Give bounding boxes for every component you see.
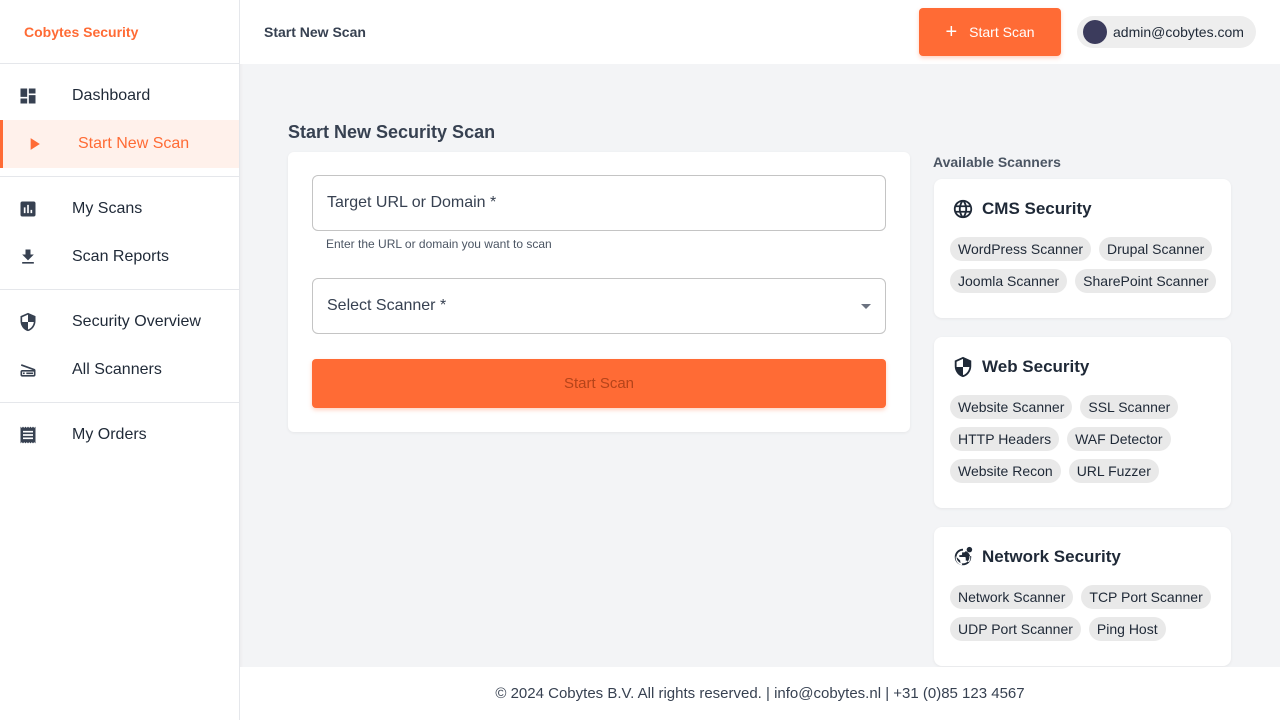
sidebar-item-my-scans[interactable]: My Scans xyxy=(0,185,239,233)
sidebar-item-label: Start New Scan xyxy=(78,135,190,152)
network-globe-icon xyxy=(952,546,974,568)
play-icon xyxy=(24,134,44,154)
scanner-card-web: Web Security Website Scanner SSL Scanner… xyxy=(934,337,1231,508)
sidebar-item-scan-reports[interactable]: Scan Reports xyxy=(0,233,239,281)
scanner-chip-url-fuzzer[interactable]: URL Fuzzer xyxy=(1068,459,1159,483)
footer: © 2024 Cobytes B.V. All rights reserved.… xyxy=(240,667,1280,720)
sidebar-item-label: Security Overview xyxy=(72,313,201,330)
scanner-chip-list: Network Scanner TCP Port Scanner UDP Por… xyxy=(950,585,1220,641)
scanner-select[interactable]: Select Scanner * xyxy=(312,278,886,334)
bar-chart-icon xyxy=(18,199,38,219)
brand-logo[interactable]: Cobytes Security xyxy=(0,0,239,64)
scanner-chip-tcp-port[interactable]: TCP Port Scanner xyxy=(1081,585,1211,609)
receipt-icon xyxy=(18,425,38,445)
top-header: Start New Scan + Start Scan admin@cobyte… xyxy=(240,0,1280,64)
sidebar-item-my-orders[interactable]: My Orders xyxy=(0,411,239,459)
shield-icon xyxy=(952,356,974,378)
scanner-card-header: Web Security xyxy=(952,356,1089,378)
sidebar-item-all-scanners[interactable]: All Scanners xyxy=(0,346,239,394)
chevron-down-icon xyxy=(861,304,871,309)
scanners-title: Available Scanners xyxy=(933,154,1061,170)
sidebar-item-dashboard[interactable]: Dashboard xyxy=(0,72,239,120)
scanner-icon xyxy=(18,360,38,380)
sidebar-item-security-overview[interactable]: Security Overview xyxy=(0,298,239,346)
scanner-chip-joomla[interactable]: Joomla Scanner xyxy=(950,269,1068,293)
header-start-scan-label: Start Scan xyxy=(969,24,1035,40)
dashboard-icon xyxy=(18,86,38,106)
nav-group-scans: My Scans Scan Reports xyxy=(0,177,239,290)
target-url-helper: Enter the URL or domain you want to scan xyxy=(326,237,552,251)
user-menu[interactable]: admin@cobytes.com xyxy=(1077,16,1256,48)
nav-group-orders: My Orders xyxy=(0,403,239,467)
scanner-card-title: CMS Security xyxy=(982,199,1092,218)
plus-icon: + xyxy=(945,21,958,43)
sidebar-item-label: My Scans xyxy=(72,200,143,217)
scanner-chip-http-headers[interactable]: HTTP Headers xyxy=(950,427,1060,451)
form-title: Start New Security Scan xyxy=(288,122,496,142)
globe-icon xyxy=(952,198,974,220)
sidebar-item-label: Scan Reports xyxy=(72,248,169,265)
shield-icon xyxy=(18,312,38,332)
page-title: Start New Scan xyxy=(264,24,366,40)
scanner-chip-waf[interactable]: WAF Detector xyxy=(1067,427,1171,451)
scanner-card-header: Network Security xyxy=(952,546,1121,568)
footer-text: © 2024 Cobytes B.V. All rights reserved.… xyxy=(495,685,1025,702)
scanner-chip-website-recon[interactable]: Website Recon xyxy=(950,459,1061,483)
header-start-scan-button[interactable]: + Start Scan xyxy=(919,8,1061,56)
sidebar-item-label: All Scanners xyxy=(72,361,162,378)
scan-form: Target URL or Domain * Enter the URL or … xyxy=(288,152,910,432)
scanner-card-network: Network Security Network Scanner TCP Por… xyxy=(934,527,1231,666)
sidebar: Cobytes Security Dashboard Start New Sca… xyxy=(0,0,240,720)
scanner-card-header: CMS Security xyxy=(952,198,1092,220)
scanner-chip-ping-host[interactable]: Ping Host xyxy=(1088,617,1166,641)
scanner-chip-sharepoint[interactable]: SharePoint Scanner xyxy=(1075,269,1217,293)
scanner-chip-list: WordPress Scanner Drupal Scanner Joomla … xyxy=(950,237,1220,293)
nav-group-security: Security Overview All Scanners xyxy=(0,290,239,403)
scanner-card-cms: CMS Security WordPress Scanner Drupal Sc… xyxy=(934,179,1231,318)
sidebar-item-label: Dashboard xyxy=(72,87,151,104)
scanner-card-title: Web Security xyxy=(982,357,1090,376)
scanner-card-title: Network Security xyxy=(982,547,1121,566)
scanner-chip-drupal[interactable]: Drupal Scanner xyxy=(1099,237,1213,261)
start-scan-submit-button[interactable]: Start Scan xyxy=(312,359,886,408)
scanner-chip-network[interactable]: Network Scanner xyxy=(950,585,1074,609)
nav-group-main: Dashboard Start New Scan xyxy=(0,64,239,177)
avatar xyxy=(1083,20,1107,44)
download-icon xyxy=(18,247,38,267)
target-url-input[interactable]: Target URL or Domain * xyxy=(312,175,886,231)
user-email: admin@cobytes.com xyxy=(1113,24,1244,40)
scanner-chip-wordpress[interactable]: WordPress Scanner xyxy=(950,237,1092,261)
target-url-placeholder: Target URL or Domain * xyxy=(327,194,497,211)
scanner-chip-website[interactable]: Website Scanner xyxy=(950,395,1073,419)
scanner-select-placeholder: Select Scanner * xyxy=(327,297,447,314)
sidebar-item-label: My Orders xyxy=(72,426,147,443)
scanner-chip-list: Website Scanner SSL Scanner HTTP Headers… xyxy=(950,395,1220,483)
sidebar-item-start-new-scan[interactable]: Start New Scan xyxy=(0,120,239,168)
scanner-chip-ssl[interactable]: SSL Scanner xyxy=(1080,395,1179,419)
scanner-chip-udp-port[interactable]: UDP Port Scanner xyxy=(950,617,1081,641)
